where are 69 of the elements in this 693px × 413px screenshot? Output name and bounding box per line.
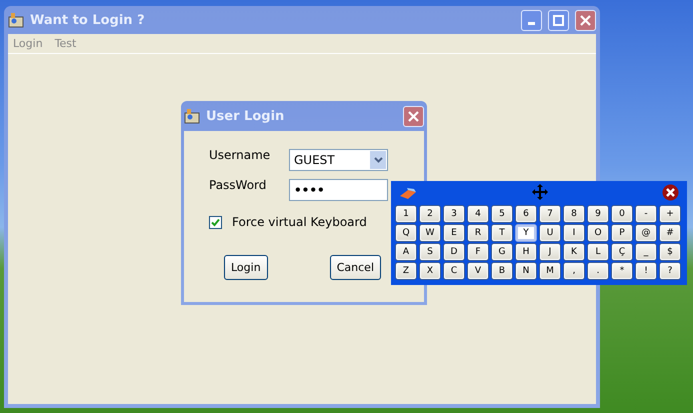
app-icon [8, 12, 24, 28]
key[interactable]: J [539, 243, 561, 261]
key[interactable]: U [539, 224, 561, 242]
key[interactable]: N [515, 262, 537, 280]
key[interactable]: R [467, 224, 489, 242]
key[interactable]: X [419, 262, 441, 280]
key[interactable]: 9 [587, 205, 609, 223]
key[interactable]: B [491, 262, 513, 280]
close-button[interactable] [403, 106, 424, 126]
key[interactable]: 3 [443, 205, 465, 223]
key[interactable]: G [491, 243, 513, 261]
key[interactable]: 5 [491, 205, 513, 223]
key[interactable]: Z [395, 262, 417, 280]
close-icon [408, 110, 419, 122]
dropdown-icon [370, 151, 386, 169]
maximize-button[interactable] [548, 10, 569, 30]
key[interactable]: ? [659, 262, 681, 280]
key[interactable]: + [659, 205, 681, 223]
cancel-button[interactable]: Cancel [330, 255, 381, 280]
key[interactable]: O [587, 224, 609, 242]
key[interactable]: S [419, 243, 441, 261]
key[interactable]: _ [635, 243, 657, 261]
password-field[interactable]: •••• [289, 179, 388, 201]
minimize-icon [528, 22, 535, 25]
app-icon [184, 108, 200, 124]
field-label: PassWord [209, 178, 268, 192]
key[interactable]: P [611, 224, 633, 242]
minimize-button[interactable] [521, 10, 542, 30]
key[interactable]: H [515, 243, 537, 261]
key[interactable]: W [419, 224, 441, 242]
key[interactable]: 0 [611, 205, 633, 223]
key[interactable]: , [563, 262, 585, 280]
key[interactable]: A [395, 243, 417, 261]
username-combo[interactable]: GUEST [289, 149, 388, 171]
key[interactable]: # [659, 224, 681, 242]
field-label: Username [209, 148, 272, 162]
checkbox-label: Force virtual Keyboard [232, 215, 367, 229]
key[interactable]: 4 [467, 205, 489, 223]
key[interactable]: 6 [515, 205, 537, 223]
login-button[interactable]: Login [224, 255, 268, 280]
key[interactable]: ! [635, 262, 657, 280]
key[interactable]: * [611, 262, 633, 280]
key[interactable]: K [563, 243, 585, 261]
close-button[interactable] [575, 10, 596, 30]
key[interactable]: V [467, 262, 489, 280]
key[interactable]: F [467, 243, 489, 261]
key[interactable]: 8 [563, 205, 585, 223]
key[interactable]: Q [395, 224, 417, 242]
key[interactable]: . [587, 262, 609, 280]
maximize-icon [553, 14, 564, 26]
key[interactable]: M [539, 262, 561, 280]
window-title: Want to Login ? [30, 12, 146, 28]
key[interactable]: I [563, 224, 585, 242]
key[interactable]: @ [635, 224, 657, 242]
key[interactable]: C [443, 262, 465, 280]
key[interactable]: $ [659, 243, 681, 261]
key[interactable]: 1 [395, 205, 417, 223]
key[interactable]: L [587, 243, 609, 261]
key[interactable]: D [443, 243, 465, 261]
key[interactable]: Y [515, 224, 537, 242]
key[interactable]: T [491, 224, 513, 242]
key[interactable]: 7 [539, 205, 561, 223]
key[interactable]: - [635, 205, 657, 223]
checkbox[interactable] [209, 216, 222, 228]
key[interactable]: Ç [611, 243, 633, 261]
dialog-title: User Login [206, 108, 286, 124]
key[interactable]: 2 [419, 205, 441, 223]
key[interactable]: E [443, 224, 465, 242]
close-icon [580, 14, 591, 26]
